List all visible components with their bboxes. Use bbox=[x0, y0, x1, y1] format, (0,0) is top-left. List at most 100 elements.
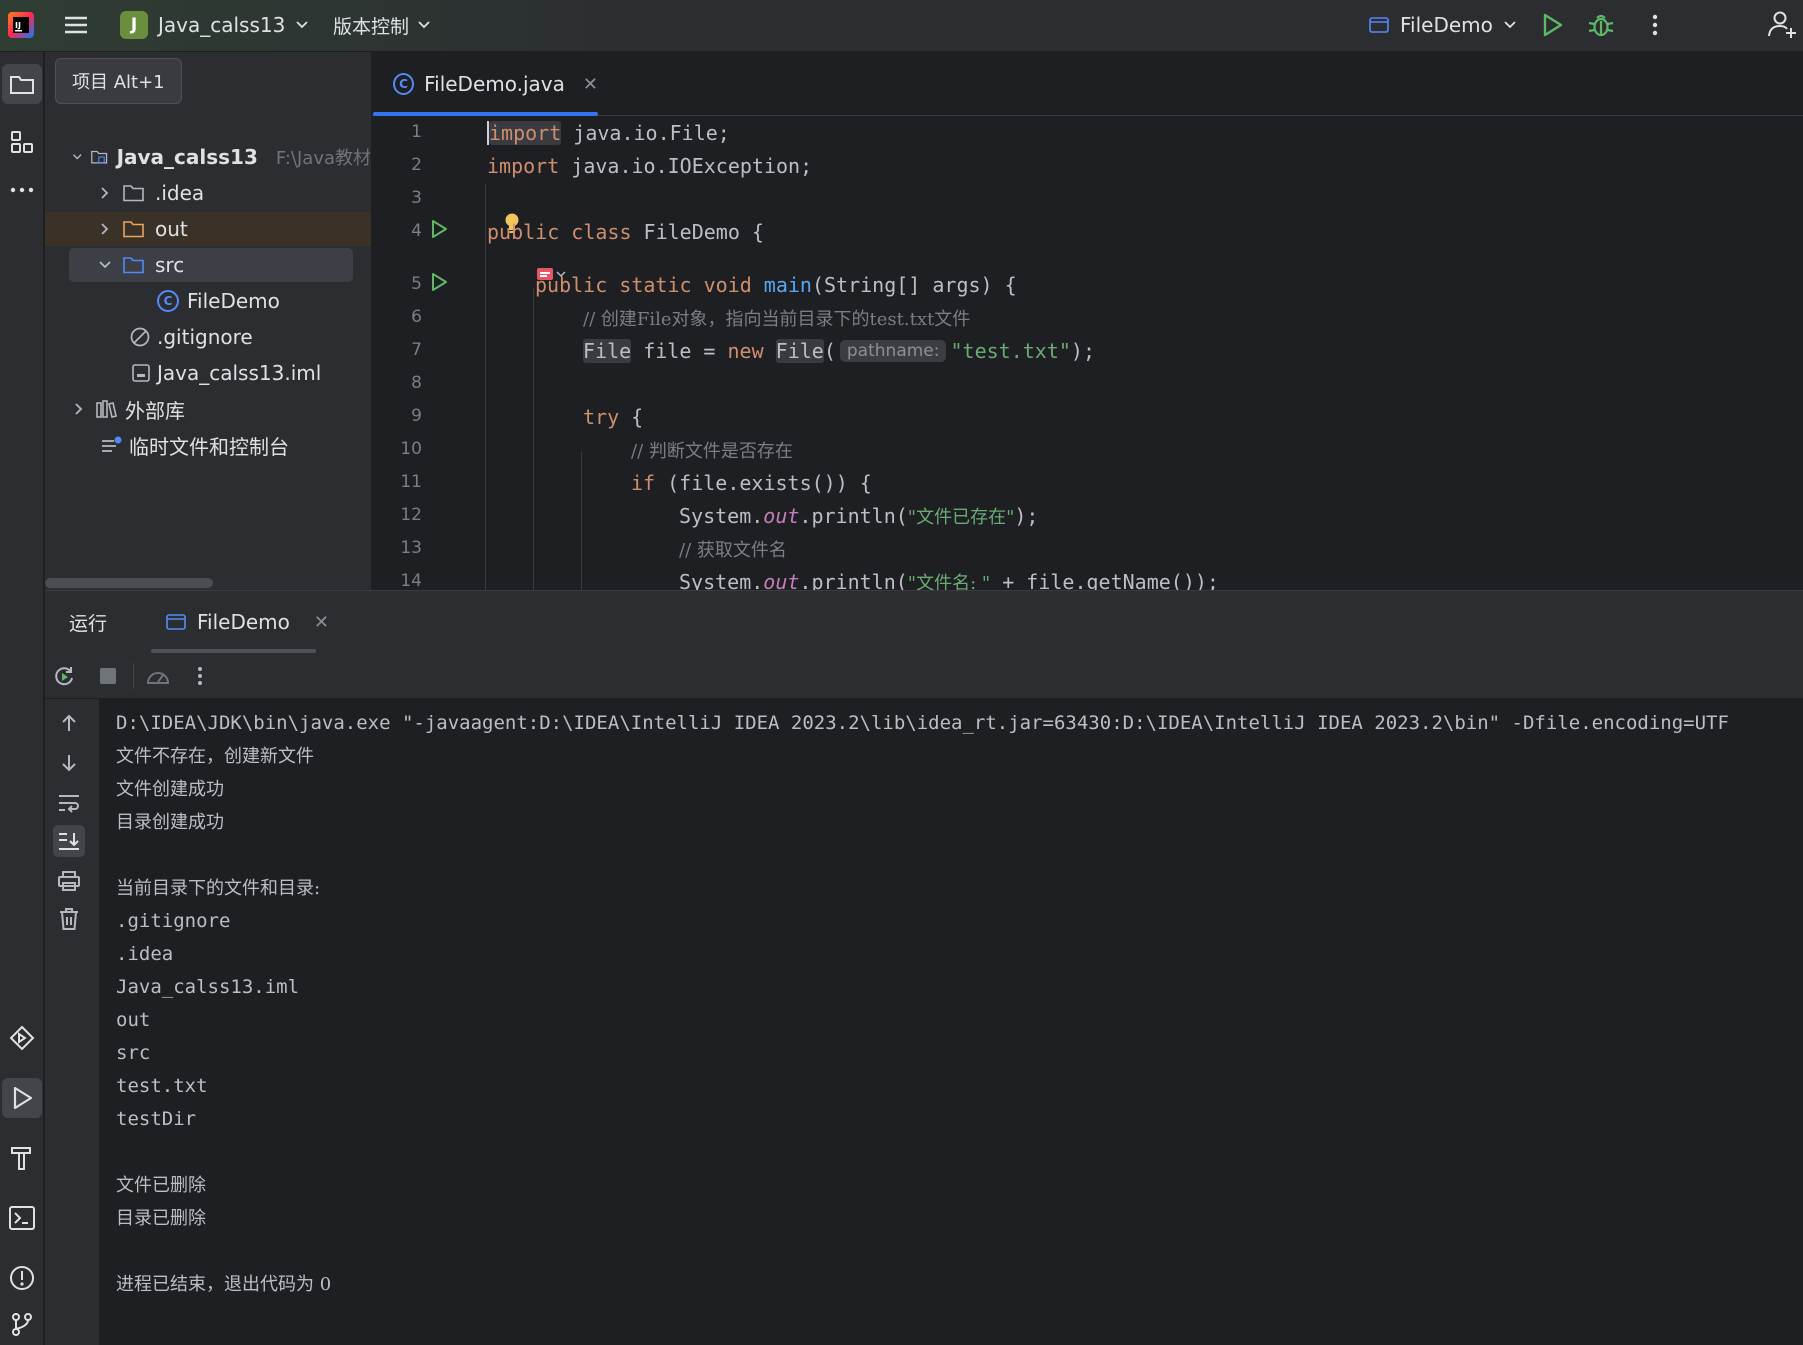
tree-item-idea[interactable]: .idea bbox=[45, 176, 371, 210]
soft-wrap-icon[interactable] bbox=[53, 787, 85, 819]
code-text: file = bbox=[631, 338, 728, 363]
keyword: public class bbox=[487, 219, 632, 244]
chevron-down-icon bbox=[296, 21, 308, 29]
string-literal: "test.txt" bbox=[950, 338, 1071, 363]
tree-item-scratches[interactable]: 临时文件和控制台 bbox=[45, 428, 371, 462]
git-icon[interactable] bbox=[2, 1304, 42, 1344]
console-line: .gitignore bbox=[116, 910, 231, 932]
console-line: 进程已结束，退出代码为 0 bbox=[116, 1274, 332, 1295]
comment: // 创建File对象，指向当前目录下的test.txt文件 bbox=[583, 308, 971, 330]
code-line-10: // 判断文件是否存在 bbox=[631, 433, 793, 466]
editor-tab-bar: C FileDemo.java ✕ bbox=[372, 52, 1803, 116]
tree-item-external-libs[interactable]: 外部库 bbox=[45, 392, 371, 426]
print-icon[interactable] bbox=[53, 865, 85, 897]
code-text: ); bbox=[1070, 338, 1095, 363]
stop-icon[interactable] bbox=[95, 663, 121, 689]
project-selector[interactable]: J Java_calss13 bbox=[120, 8, 309, 42]
code-line-13: // 获取文件名 bbox=[679, 532, 787, 565]
code-text: java.io.File; bbox=[561, 120, 730, 145]
arrow-down-icon[interactable] bbox=[53, 747, 85, 779]
code-text: + file.getName()); bbox=[990, 569, 1219, 591]
tree-item-filedemo[interactable]: C FileDemo bbox=[45, 284, 371, 318]
code-line-1: import java.io.File; bbox=[487, 116, 730, 149]
code-line-14: System. out .println("文件名: " + file.getNam… bbox=[679, 565, 1219, 591]
add-user-icon[interactable] bbox=[1766, 8, 1800, 42]
java-class-icon: C bbox=[393, 73, 415, 95]
more-tools-icon[interactable] bbox=[2, 170, 42, 210]
line-number: 5 bbox=[411, 274, 422, 294]
close-tab-icon[interactable]: ✕ bbox=[583, 74, 598, 95]
run-icon[interactable] bbox=[1538, 10, 1568, 40]
source-folder-icon bbox=[123, 257, 144, 274]
tree-item-gitignore[interactable]: .gitignore bbox=[45, 320, 371, 354]
project-panel: 项目 Alt+1 Java_calss13 F:\Java教材 .idea ou… bbox=[45, 52, 371, 590]
tree-label: src bbox=[155, 253, 185, 277]
line-number: 13 bbox=[400, 538, 422, 558]
rerun-icon[interactable] bbox=[51, 663, 77, 689]
method-name: main bbox=[763, 272, 812, 297]
run-toolbar bbox=[45, 653, 1803, 699]
console-line: 文件不存在，创建新文件 bbox=[116, 746, 314, 767]
code-text: System. bbox=[679, 569, 764, 591]
run-main-gutter-icon[interactable] bbox=[428, 271, 450, 293]
intellij-logo-icon[interactable]: IJ bbox=[6, 10, 36, 40]
chevron-down-icon bbox=[99, 261, 111, 269]
vcs-menu[interactable]: 版本控制 bbox=[333, 8, 431, 42]
code-text: (file.exists()) { bbox=[655, 470, 872, 495]
tree-item-out[interactable]: out bbox=[45, 212, 371, 246]
tree-item-src[interactable]: src bbox=[45, 248, 371, 282]
console-line: test.txt bbox=[116, 1075, 208, 1097]
debug-icon[interactable] bbox=[1586, 10, 1618, 40]
keyword: import bbox=[489, 120, 562, 145]
tree-label: Java_calss13.iml bbox=[157, 361, 322, 385]
scrollbar-thumb[interactable] bbox=[45, 578, 213, 588]
chevron-down-icon bbox=[1504, 21, 1516, 29]
services-icon[interactable] bbox=[2, 1018, 42, 1058]
project-tool-folder-icon[interactable] bbox=[2, 64, 42, 104]
project-name: Java_calss13 bbox=[158, 13, 286, 37]
code-text: FileDemo { bbox=[631, 219, 764, 244]
arrow-up-icon[interactable] bbox=[53, 707, 85, 739]
console-output[interactable]: D:\IDEA\JDK\bin\java.exe "-javaagent:D:\… bbox=[116, 707, 1803, 1337]
trash-icon[interactable] bbox=[53, 903, 85, 935]
tree-label: out bbox=[155, 217, 188, 241]
structure-icon[interactable] bbox=[2, 122, 42, 162]
hamburger-menu-icon[interactable] bbox=[62, 12, 92, 38]
terminal-icon[interactable] bbox=[2, 1198, 42, 1238]
string-literal: "文件已存在" bbox=[907, 506, 1015, 528]
scroll-to-end-icon[interactable] bbox=[53, 825, 85, 857]
run-tool-icon[interactable] bbox=[2, 1078, 42, 1118]
tree-item-module[interactable]: Java_calss13 F:\Java教材 bbox=[45, 140, 371, 174]
code-text: (String[] args) { bbox=[811, 272, 1017, 297]
tree-item-iml[interactable]: Java_calss13.iml bbox=[45, 356, 371, 390]
code-line-5: public static void main (String[] args) { bbox=[535, 268, 1017, 301]
problems-icon[interactable] bbox=[2, 1258, 42, 1298]
run-configuration-selector[interactable]: FileDemo bbox=[1368, 8, 1517, 42]
code-editor[interactable]: C FileDemo.java ✕ 1 2 3 4 5 6 7 8 9 10 1… bbox=[372, 52, 1803, 590]
run-class-gutter-icon[interactable] bbox=[428, 218, 450, 240]
more-actions-icon[interactable] bbox=[187, 663, 213, 689]
line-number: 6 bbox=[411, 307, 422, 327]
comment: // 判断文件是否存在 bbox=[631, 440, 793, 462]
close-tab-icon[interactable]: ✕ bbox=[314, 612, 329, 633]
application-config-icon bbox=[166, 614, 186, 630]
code-text: System. bbox=[679, 503, 764, 528]
coverage-gauge-icon[interactable] bbox=[145, 663, 171, 689]
console-side-toolbar bbox=[45, 699, 99, 1345]
run-window-header: 运行 FileDemo ✕ bbox=[45, 591, 1803, 653]
run-tab-filedemo[interactable]: FileDemo ✕ bbox=[151, 591, 343, 653]
editor-tab-filedemo[interactable]: C FileDemo.java ✕ bbox=[373, 52, 598, 116]
svg-text:IJ: IJ bbox=[15, 21, 21, 30]
parameter-hint: pathname: bbox=[839, 339, 947, 362]
build-hammer-icon[interactable] bbox=[2, 1138, 42, 1178]
chevron-right-icon bbox=[101, 187, 109, 199]
code-line-2: import java.io.IOException; bbox=[487, 149, 812, 182]
keyword: import bbox=[487, 153, 560, 178]
tree-label: 外部库 bbox=[125, 398, 185, 423]
horizontal-scrollbar[interactable] bbox=[45, 576, 371, 590]
toolbar-separator bbox=[133, 663, 134, 689]
more-actions-icon[interactable] bbox=[1640, 10, 1670, 40]
chevron-right-icon bbox=[101, 223, 109, 235]
